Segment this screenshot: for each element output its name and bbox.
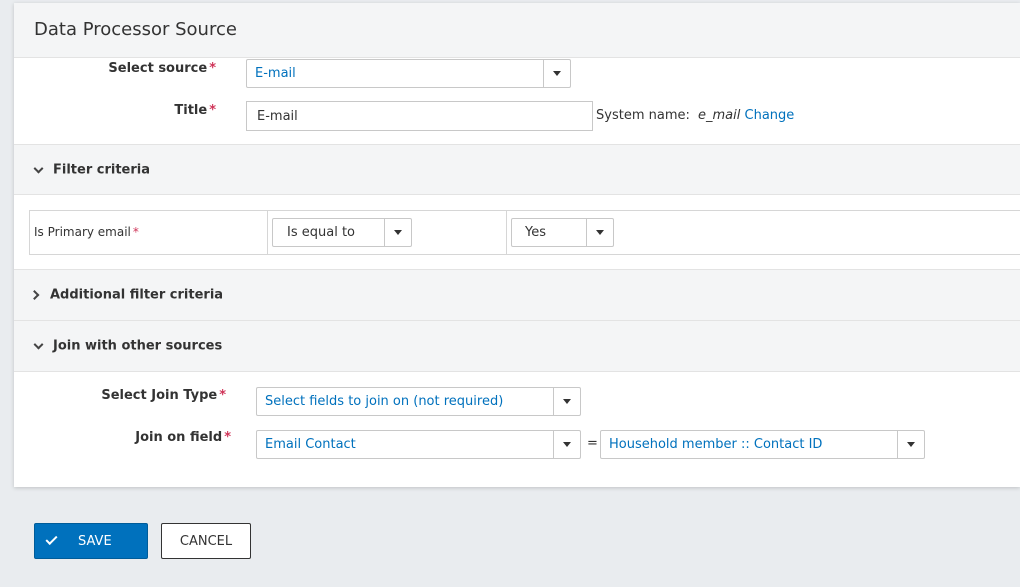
- dropdown-arrow-icon[interactable]: [543, 60, 570, 87]
- join-type-dropdown[interactable]: Select fields to join on (not required): [256, 387, 581, 416]
- join-field-left-value: Email Contact: [265, 437, 356, 452]
- save-button-label: SAVE: [78, 534, 112, 549]
- select-source-dropdown[interactable]: E-mail: [246, 59, 571, 88]
- chevron-down-icon: [33, 163, 44, 174]
- filter-field-label: Is Primary email: [34, 225, 131, 239]
- filter-criteria-label: Filter criteria: [53, 162, 151, 177]
- cancel-button[interactable]: CANCEL: [161, 523, 251, 559]
- filter-value-value: Yes: [525, 225, 546, 240]
- filter-value-cell: Yes: [507, 211, 1020, 254]
- join-sources-section-header[interactable]: Join with other sources: [14, 320, 1020, 372]
- additional-filter-criteria-section-header[interactable]: Additional filter criteria: [14, 269, 1020, 321]
- filter-operator-cell: Is equal to: [268, 211, 507, 254]
- join-type-label: Select Join Type *: [101, 388, 226, 403]
- system-name: System name: e_mail Change: [596, 108, 794, 123]
- save-button[interactable]: SAVE: [34, 523, 148, 559]
- title-label: Title *: [174, 103, 216, 118]
- filter-value-dropdown[interactable]: Yes: [511, 218, 614, 247]
- select-source-value: E-mail: [255, 66, 296, 81]
- title-input[interactable]: [246, 101, 593, 131]
- panel-header: Data Processor Source: [14, 3, 1020, 58]
- required-marker: *: [224, 430, 231, 445]
- chevron-right-icon: [29, 290, 40, 300]
- join-type-value: Select fields to join on (not required): [265, 394, 504, 409]
- join-field-right-dropdown[interactable]: Household member :: Contact ID: [600, 430, 925, 459]
- chevron-down-icon: [33, 339, 44, 350]
- dropdown-arrow-icon[interactable]: [553, 431, 580, 458]
- system-name-label: System name:: [596, 108, 690, 123]
- system-name-value: e_mail: [698, 108, 741, 123]
- equals-sign: =: [587, 436, 598, 451]
- required-marker: *: [132, 225, 139, 239]
- join-sources-label: Join with other sources: [53, 338, 223, 354]
- panel-title: Data Processor Source: [34, 19, 237, 40]
- filter-criteria-section-header[interactable]: Filter criteria: [14, 144, 1020, 195]
- required-marker: *: [219, 388, 226, 403]
- dropdown-arrow-icon[interactable]: [384, 219, 411, 246]
- data-processor-source-panel: Data Processor Source Select source * E-m…: [14, 3, 1020, 487]
- filter-operator-value: Is equal to: [287, 225, 355, 240]
- change-link[interactable]: Change: [745, 108, 795, 123]
- cancel-button-label: CANCEL: [179, 533, 233, 549]
- filter-criteria-table: Is Primary email * Is equal to Yes: [29, 210, 1020, 255]
- required-marker: *: [209, 103, 216, 118]
- filter-operator-dropdown[interactable]: Is equal to: [272, 218, 412, 247]
- dropdown-arrow-icon[interactable]: [897, 431, 924, 458]
- filter-field-cell: Is Primary email *: [30, 211, 268, 254]
- join-field-label: Join on field *: [135, 430, 231, 445]
- dropdown-arrow-icon[interactable]: [553, 388, 580, 415]
- dropdown-arrow-icon[interactable]: [586, 219, 613, 246]
- additional-filter-criteria-label: Additional filter criteria: [50, 287, 224, 303]
- required-marker: *: [209, 61, 216, 76]
- check-icon: [45, 532, 58, 546]
- join-field-right-value: Household member :: Contact ID: [609, 437, 823, 452]
- join-field-left-dropdown[interactable]: Email Contact: [256, 430, 581, 459]
- select-source-label: Select source *: [108, 61, 216, 76]
